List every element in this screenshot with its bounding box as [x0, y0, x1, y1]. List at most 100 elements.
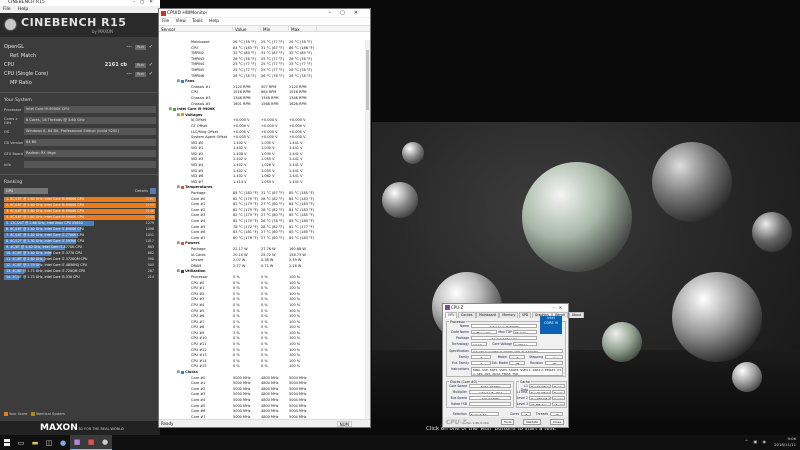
ranking-item[interactable]: 5. 12C/24T @ 2.66 GHz, Intel Xeon CPU X5… [4, 220, 156, 227]
instructions: MMX, SSE, SSE2, SSE3, SSSE3, SSE4.1, SSE… [471, 366, 563, 376]
browser-icon[interactable]: ● [56, 435, 70, 450]
details-arrow-icon[interactable] [150, 188, 156, 194]
tab-mainboard[interactable]: Mainboard [476, 312, 499, 318]
column-sensor[interactable]: Sensor [159, 26, 233, 32]
tab-caches[interactable]: Caches [457, 312, 476, 318]
sensor-name: Package [191, 246, 206, 251]
cpuz-taskbar-icon[interactable]: ■ [70, 435, 84, 450]
ranking-item[interactable]: 1. 8C/16T @ 3.60 GHz, Intel Core i9-9900… [4, 197, 156, 203]
ranking-item[interactable]: 9. 4C/8T @ 4.40 GHz, Intel Core i7-4770K… [4, 244, 156, 251]
cpuz-titlebar: CPU-Z –✕ [443, 304, 568, 311]
store-icon[interactable]: ◫ [42, 435, 56, 450]
file-explorer-icon[interactable]: ▬ [28, 435, 42, 450]
ranking-score: 1017 [145, 238, 154, 243]
ranking-item[interactable]: 3. 8C/16T @ 3.60 GHz, Intel Core i9-9900… [4, 208, 156, 215]
maxon-tagline: 3D FOR THE REAL WORLD [78, 427, 124, 431]
sensor-name: Core #6 [191, 409, 206, 414]
ranking-label: 5. 12C/24T @ 2.66 GHz, Intel Xeon CPU X5… [6, 220, 83, 225]
info-field[interactable] [24, 161, 156, 168]
menu-file[interactable]: File [162, 19, 169, 24]
ranking-select[interactable]: CPU [4, 188, 48, 194]
sensor-name: Powers [185, 241, 200, 246]
tab-memory[interactable]: Memory [499, 312, 519, 318]
sensor-name: CPU #7 [191, 319, 205, 324]
sensor-name: Uncore [191, 258, 204, 263]
system-tray-icons[interactable]: ^ ▣ ◉ [745, 439, 768, 444]
your-score-swatch [4, 412, 8, 416]
sensor-name: CPU #0 [191, 280, 205, 285]
run-cpu-button[interactable]: Run [135, 63, 146, 68]
tab-cpu[interactable]: CPU [445, 312, 458, 318]
validate-button[interactable]: Validate [523, 419, 542, 425]
column-max[interactable]: Max [289, 26, 317, 32]
sensor-name: Core #2 [191, 207, 206, 212]
run-cpu-single-button[interactable]: Run [135, 72, 146, 77]
hwmonitor-window: CPUID HWMonitor –▢✕ File View Tools Help… [158, 8, 371, 428]
sensor-name: Temperatures [185, 185, 213, 190]
taskbar-clock[interactable]: 9:06 2018/11/11 [774, 436, 796, 448]
ranking-item[interactable]: 13. 4C/8T @ 1.73 GHz, Intel Core i7-720Q… [4, 268, 156, 275]
ranking-item[interactable]: 4. 8C/16T @ 3.60 GHz, Intel Core i9-9900… [4, 214, 156, 221]
sensor-name: CPU #8 [191, 325, 205, 330]
ranking-item[interactable]: 8. 6C/12T @ 3.30 GHz, Intel Core i7-5930… [4, 238, 156, 245]
sensor-name: CPU #4 [191, 302, 205, 307]
ranking-score: 2155 [145, 202, 154, 207]
column-min[interactable]: Min [261, 26, 289, 32]
cinebench-taskbar-icon[interactable]: ● [98, 435, 112, 450]
ranking-item[interactable]: 11. 4C/8T @ 2.60 GHz, Intel Core i7-3720… [4, 256, 156, 263]
ranking-item[interactable]: 10. 4C/8T @ 3.40 GHz, Intel Core i7-3770… [4, 250, 156, 257]
sensor-name: CPU [191, 90, 199, 95]
sensor-name: Mainboard [191, 40, 210, 44]
ranking-label: 13. 4C/8T @ 1.73 GHz, Intel Core i7-720Q… [6, 268, 86, 273]
system-row: CB Version 64 Bit [0, 137, 160, 148]
socket-select[interactable]: Socket #1 [469, 411, 499, 417]
cinebench-titlebar: CINEBENCH R15 –▢✕ [0, 0, 160, 6]
clock-date: 2018/11/11 [774, 442, 796, 447]
ranking-item[interactable]: 2. 8C/16T @ 3.60 GHz, Intel Core i9-9900… [4, 202, 156, 209]
window-controls[interactable]: –▢✕ [133, 0, 158, 6]
check-icon[interactable]: ✓ [149, 61, 153, 70]
check-icon[interactable]: ✓ [149, 70, 153, 79]
tab-spd[interactable]: SPD [518, 312, 532, 318]
sensor-category-icon [181, 185, 185, 189]
ranking-item[interactable]: 14. 2C/4T @ 1.73 GHz, Intel Core i3-330 … [4, 274, 156, 281]
ranking-score: 662 [147, 250, 154, 255]
ranking-item[interactable]: 6. 8C/16T @ 3.40 GHz, Intel Core i7-6900… [4, 226, 156, 233]
menu-help[interactable]: Help [18, 7, 28, 12]
ranking-item[interactable]: 12. 4C/8T @ 2.79 GHz, Intel Core i7-4850… [4, 262, 156, 269]
sensor-name: CPU #14 [191, 358, 207, 363]
details-button[interactable]: Details [135, 188, 148, 193]
ranking-label: 9. 4C/8T @ 4.40 GHz, Intel Core i7-4770K… [6, 244, 82, 249]
hwmonitor-taskbar-icon[interactable]: ■ [84, 435, 98, 450]
column-value[interactable]: Value [233, 26, 261, 32]
window-controls[interactable]: –✕ [553, 304, 566, 311]
intel-core-i9-logo: intel CORE i9 [540, 316, 562, 334]
ranking-panel: Ranking CPU Details 1. 8C/16T @ 3.60 GHz… [0, 179, 160, 281]
start-button[interactable] [0, 435, 14, 450]
sensor-name: Core #1 [191, 202, 206, 207]
sensor-name: TMPIN2 [191, 51, 205, 56]
menu-view[interactable]: View [176, 19, 186, 24]
ranking-item[interactable]: 7. 8C/16T @ 3.40 GHz, Intel Core i7-7700… [4, 232, 156, 239]
ranking-score: 287 [147, 268, 154, 273]
menu-file[interactable]: File [3, 7, 11, 12]
hwmonitor-app-icon [161, 11, 166, 16]
menu-tools[interactable]: Tools [192, 19, 203, 24]
test-opengl: OpenGL --- Run ✓ [4, 43, 153, 52]
task-view-icon[interactable]: ▭ [14, 435, 28, 450]
tools-button[interactable]: Tools [501, 419, 515, 425]
close-button[interactable]: Close [550, 419, 565, 425]
run-opengl-button[interactable]: Run [135, 45, 146, 50]
ranking-legend: Your Score Identical System [4, 412, 65, 416]
cpu-name: Intel Core i9 9900K [471, 323, 537, 329]
check-icon[interactable]: ✓ [149, 43, 153, 52]
window-controls[interactable]: –▢✕ [329, 9, 367, 18]
render-image [372, 122, 800, 420]
tab-about[interactable]: About [568, 312, 585, 318]
menu-help[interactable]: Help [209, 19, 219, 24]
scrollbar-thumb[interactable] [366, 50, 369, 110]
system-row: Info [0, 159, 160, 170]
sensor-name: TMPIN6 [191, 73, 205, 78]
rated-fsb [469, 401, 511, 407]
sensor-scrollbar[interactable] [365, 40, 370, 419]
